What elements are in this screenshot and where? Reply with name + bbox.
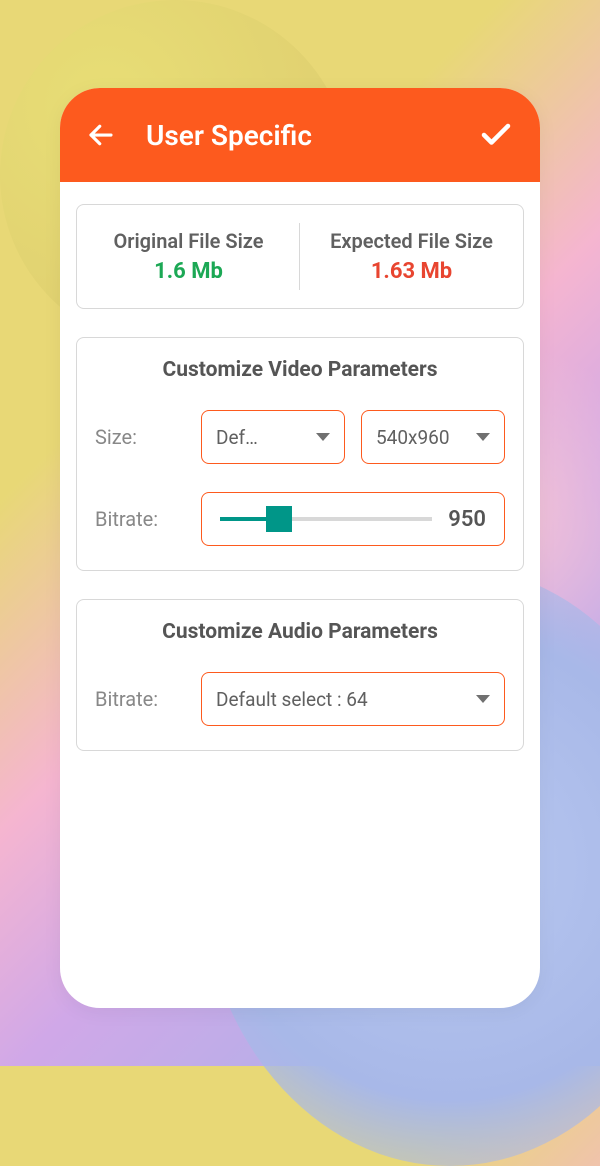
audio-bitrate-value: Default select : 64 — [216, 688, 468, 711]
video-resolution-value: 540x960 — [376, 426, 468, 449]
video-bitrate-label: Bitrate: — [95, 507, 185, 531]
header: User Specific — [60, 88, 540, 182]
audio-section-title: Customize Audio Parameters — [95, 620, 505, 644]
video-bitrate-value: 950 — [448, 507, 486, 532]
confirm-button[interactable] — [476, 115, 516, 155]
original-size-col: Original File Size 1.6 Mb — [77, 229, 300, 284]
video-section-title: Customize Video Parameters — [95, 358, 505, 382]
video-size-mode-value: Def… — [216, 426, 308, 449]
video-bitrate-control: 950 — [201, 492, 505, 546]
slider-thumb[interactable] — [266, 506, 292, 532]
file-size-panel: Original File Size 1.6 Mb Expected File … — [76, 204, 524, 309]
audio-parameters-section: Customize Audio Parameters Bitrate: Defa… — [76, 599, 524, 751]
page-title: User Specific — [146, 119, 476, 152]
video-bitrate-slider[interactable] — [220, 517, 432, 521]
expected-size-col: Expected File Size 1.63 Mb — [300, 229, 523, 284]
expected-size-label: Expected File Size — [300, 229, 523, 253]
original-size-label: Original File Size — [77, 229, 300, 253]
content: Original File Size 1.6 Mb Expected File … — [60, 182, 540, 773]
check-icon — [478, 117, 514, 153]
chevron-down-icon — [476, 433, 490, 441]
video-parameters-section: Customize Video Parameters Size: Def… 54… — [76, 337, 524, 571]
chevron-down-icon — [316, 433, 330, 441]
video-resolution-select[interactable]: 540x960 — [361, 410, 505, 464]
audio-bitrate-row: Bitrate: Default select : 64 — [95, 672, 505, 726]
chevron-down-icon — [476, 695, 490, 703]
video-size-mode-select[interactable]: Def… — [201, 410, 345, 464]
video-size-row: Size: Def… 540x960 — [95, 410, 505, 464]
expected-size-value: 1.63 Mb — [300, 259, 523, 284]
settings-card: User Specific Original File Size 1.6 Mb … — [60, 88, 540, 1008]
audio-bitrate-select[interactable]: Default select : 64 — [201, 672, 505, 726]
audio-bitrate-label: Bitrate: — [95, 687, 185, 711]
original-size-value: 1.6 Mb — [77, 259, 300, 284]
video-bitrate-row: Bitrate: 950 — [95, 492, 505, 546]
video-size-label: Size: — [95, 425, 185, 449]
arrow-left-icon — [86, 120, 116, 150]
back-button[interactable] — [84, 118, 118, 152]
